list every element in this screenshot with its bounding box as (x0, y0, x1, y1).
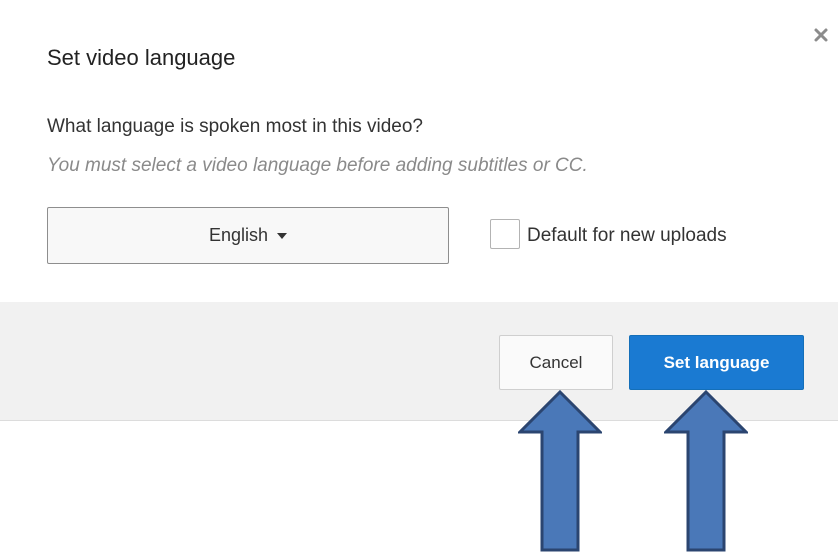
set-language-button[interactable]: Set language (629, 335, 804, 390)
language-note: You must select a video language before … (47, 155, 588, 176)
default-for-new-uploads-checkbox[interactable] (490, 219, 520, 249)
up-arrow-icon (518, 390, 602, 552)
close-icon (814, 28, 828, 42)
cancel-button[interactable]: Cancel (499, 335, 613, 390)
language-question: What language is spoken most in this vid… (47, 116, 423, 137)
language-select-value: English (208, 225, 269, 245)
language-select[interactable]: English (47, 207, 449, 264)
caret-down-icon (277, 232, 288, 239)
up-arrow-icon (664, 390, 748, 552)
dialog-title: Set video language (47, 45, 236, 70)
default-for-new-uploads-label[interactable]: Default for new uploads (527, 225, 727, 247)
close-button[interactable] (810, 24, 832, 46)
